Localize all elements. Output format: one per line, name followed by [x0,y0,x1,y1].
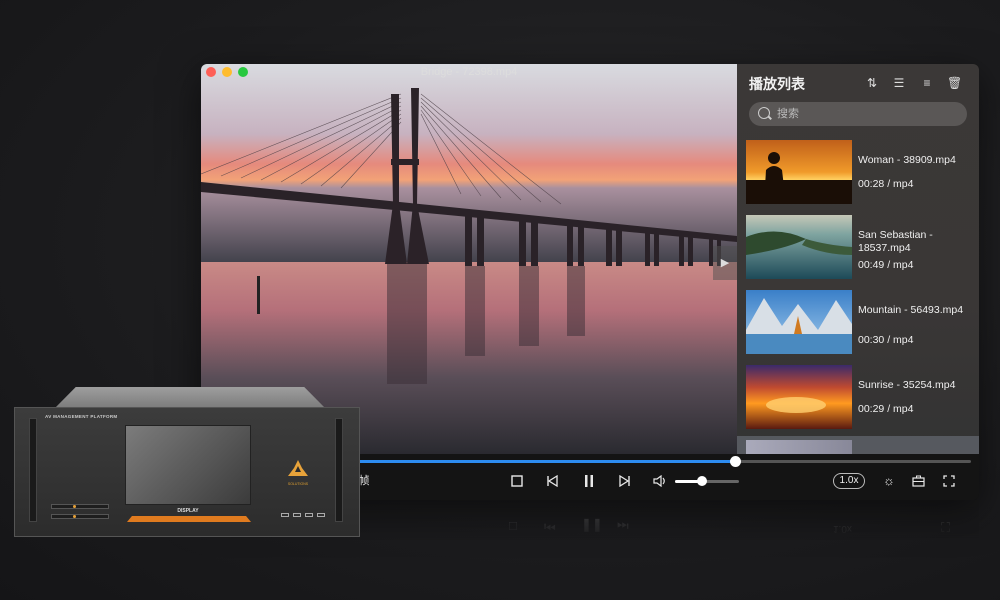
volume-slider[interactable] [675,476,739,486]
device-port [305,513,313,517]
thumbnail [746,440,852,454]
stop-icon: □ [509,519,517,534]
status-led [73,505,76,508]
brand-logo-icon [288,460,308,476]
playlist-item[interactable]: Sunrise - 35254.mp4 00:29 / mp4 [746,365,976,431]
speed-button[interactable]: 1.0x [833,473,865,489]
item-meta: 00:49 / mp4 [858,259,914,271]
thumbnail [746,365,852,429]
volume-icon[interactable] [652,471,668,491]
playlist-item[interactable]: Woman - 38909.mp4 00:28 / mp4 [746,140,976,206]
title-bar: Bridge - 72398.mp4 [201,64,737,80]
speed-reflection: 1.0x [833,523,852,534]
playlist-panel: ▶ 播放列表 ⇅ ☰ ≡ 🗑 搜索 Woman - 38909.mp4 00:2… [713,64,979,454]
device-port [317,513,325,517]
search-icon [758,107,770,119]
device-screen [125,425,251,505]
trash-icon[interactable]: 🗑 [947,76,962,90]
zoom-window-button[interactable] [238,67,248,77]
stop-icon[interactable] [509,471,525,491]
next-icon[interactable] [617,471,633,491]
playlist-item[interactable]: Mountain - 56493.mp4 00:30 / mp4 [746,290,976,356]
status-led [73,515,76,518]
progress-handle[interactable] [730,456,742,467]
item-name: Mountain - 56493.mp4 [858,304,964,316]
previous-icon: ⏮ [544,519,556,534]
progress-fill [351,460,736,463]
item-meta: 00:30 / mp4 [858,334,914,346]
item-meta: 00:29 / mp4 [858,403,914,415]
device-port [281,513,289,517]
device-slot [51,514,109,519]
next-icon: ⏭ [617,519,629,534]
playlist-item[interactable]: San Sebastian - 18537.mp4 00:49 / mp4 [746,215,976,281]
item-name: San Sebastian - 18537.mp4 [858,229,933,254]
window-title: Bridge - 72398.mp4 [420,66,518,78]
volume-handle[interactable] [696,476,707,486]
search-input[interactable] [777,102,957,126]
device-port [293,513,301,517]
previous-icon[interactable] [544,471,560,491]
fullscreen-icon[interactable] [941,471,957,491]
device-logo-text: SOLUTIONS [287,482,309,486]
rack-handle-right [335,418,343,522]
current-item-highlight [737,436,979,454]
device-brand-text: AV MANAGEMENT PLATFORM [45,414,118,419]
close-window-button[interactable] [206,67,216,77]
av-platform-device: AV MANAGEMENT PLATFORM DISPLAY SOLUTIONS [14,387,360,537]
device-front-panel: AV MANAGEMENT PLATFORM DISPLAY SOLUTIONS [14,407,360,537]
sort-icon[interactable]: ⇅ [865,76,879,90]
fullscreen-icon: ⛶ [941,519,951,534]
device-accent-strip [127,516,251,522]
background: Bridge - 72398.mp4 ▶ 播放列表 ⇅ ☰ ≡ 🗑 搜索 Wom… [0,0,1000,600]
toolbox-icon[interactable] [910,471,926,491]
device-slot [51,504,109,509]
playlist-settings-icon[interactable]: ≡ [920,76,934,90]
device-top [54,387,326,409]
item-name: Sunrise - 35254.mp4 [858,379,956,391]
thumbnail [746,215,852,279]
collapse-panel-icon[interactable]: ▶ [713,246,737,280]
brightness-icon[interactable]: ☼ [881,471,897,491]
pause-icon: ❚❚ [581,519,603,534]
item-meta: 00:28 / mp4 [858,178,914,190]
thumbnail [746,140,852,204]
list-view-icon[interactable]: ☰ [892,76,906,90]
item-name: Woman - 38909.mp4 [858,154,956,166]
pause-icon[interactable] [581,471,597,491]
thumbnail [746,290,852,354]
playlist-title: 播放列表 [749,76,805,92]
search-box [749,102,967,126]
rack-handle-left [29,418,37,522]
minimize-window-button[interactable] [222,67,232,77]
device-display-label: DISPLAY [177,508,199,514]
progress-bar[interactable] [351,456,971,467]
